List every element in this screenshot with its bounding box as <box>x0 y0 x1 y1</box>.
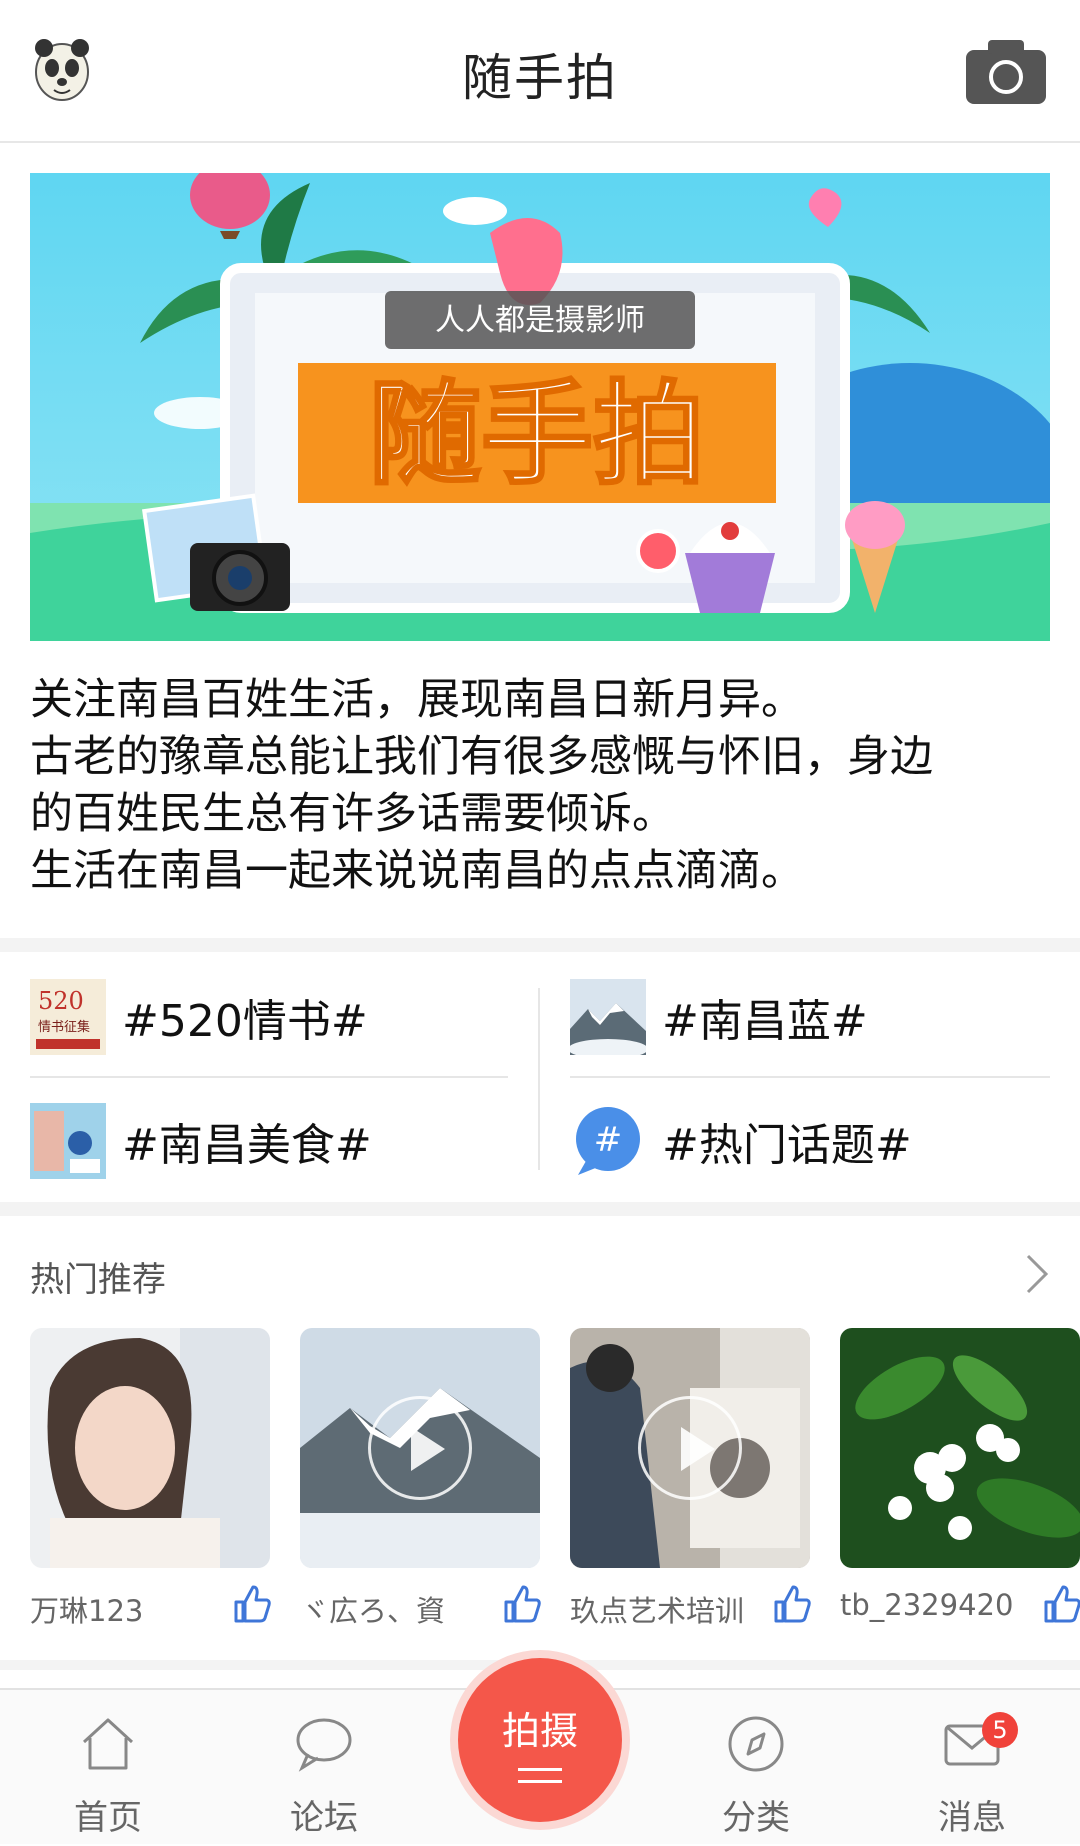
card-photo <box>570 1328 810 1568</box>
shoot-label: 拍摄 <box>501 1709 578 1753</box>
banner-tagline: 人人都是摄影师 <box>435 303 645 338</box>
card-author: 万琳123 <box>30 1594 144 1628</box>
card-photo <box>300 1328 540 1568</box>
topic-nanchang-food[interactable]: #南昌美食# <box>30 1080 372 1202</box>
divider <box>538 988 540 1170</box>
play-icon[interactable] <box>368 1396 472 1500</box>
card-photo <box>840 1328 1080 1568</box>
topic-label: #南昌美食# <box>122 1120 372 1171</box>
topic-label: #南昌蓝# <box>662 996 868 1047</box>
nav-label: 首页 <box>74 1798 142 1838</box>
hot-card[interactable]: 玖点艺术培训 <box>570 1328 811 1628</box>
topic-grid: 520 情书征集 #520情书# #南昌蓝# #南昌美食# # #热门话题# <box>0 952 1080 1202</box>
divider <box>570 1076 1050 1078</box>
thumbs-up-icon[interactable] <box>232 1584 272 1624</box>
home-icon <box>78 1714 138 1774</box>
play-icon[interactable] <box>638 1396 742 1500</box>
app-header: 随手拍 <box>0 0 1080 143</box>
hot-card[interactable]: ヾ広ろ、資 <box>300 1328 541 1628</box>
intro-text: 关注南昌百姓生活，展现南昌日新月异。 古老的豫章总能让我们有很多感慨与怀旧，身边… <box>30 672 1050 900</box>
intro-line: 关注南昌百姓生活，展现南昌日新月异。 <box>30 675 804 725</box>
page-title: 随手拍 <box>462 49 618 107</box>
banner-title: 随手拍 <box>369 370 705 500</box>
topic-label: #520情书# <box>122 996 368 1047</box>
card-author: tb_2329420 <box>840 1588 1014 1622</box>
hot-card[interactable]: tb_2329420 <box>840 1328 1080 1623</box>
chevron-right-icon[interactable] <box>1022 1252 1052 1296</box>
topic-thumb-520: 520 情书征集 <box>30 979 106 1055</box>
unread-badge: 5 <box>982 1712 1018 1748</box>
intro-line: 生活在南昌一起来说说南昌的点点滴滴。 <box>30 846 804 896</box>
camera-icon[interactable] <box>964 38 1048 106</box>
svg-text:520: 520 <box>38 987 84 1015</box>
thumbs-up-icon[interactable] <box>502 1584 542 1624</box>
section-divider <box>0 1202 1080 1216</box>
nav-forum[interactable]: 论坛 <box>244 1690 404 1846</box>
topic-nanchang-blue[interactable]: #南昌蓝# <box>570 956 868 1078</box>
intro-line: 的百姓民生总有许多话需要倾诉。 <box>30 789 675 839</box>
nav-label: 消息 <box>938 1798 1006 1838</box>
nav-home[interactable]: 首页 <box>28 1690 188 1846</box>
hashtag-bubble-icon: # <box>570 1103 646 1179</box>
hot-card[interactable]: 万琳123 <box>30 1328 271 1628</box>
intro-line: 古老的豫章总能让我们有很多感慨与怀旧，身边 <box>30 732 933 782</box>
topic-hot[interactable]: # #热门话题# <box>570 1080 912 1202</box>
nav-category[interactable]: 分类 <box>676 1690 836 1846</box>
card-author: ヾ広ろ、資 <box>300 1594 446 1628</box>
shoot-button[interactable]: 拍摄 <box>458 1658 622 1822</box>
banner[interactable]: 人人都是摄影师 随手拍 <box>30 173 1050 641</box>
hot-section-title: 热门推荐 <box>30 1260 166 1300</box>
menu-lines-icon <box>518 1766 562 1786</box>
svg-text:情书征集: 情书征集 <box>38 1019 90 1035</box>
topic-520[interactable]: 520 情书征集 #520情书# <box>30 956 368 1078</box>
divider <box>30 1076 508 1078</box>
section-divider <box>0 938 1080 952</box>
topic-thumb-food <box>30 1103 106 1179</box>
topic-label: #热门话题# <box>662 1120 912 1171</box>
card-photo <box>30 1328 270 1568</box>
chat-bubble-icon <box>294 1714 354 1774</box>
compass-icon <box>726 1714 786 1774</box>
nav-label: 分类 <box>722 1798 790 1838</box>
nav-messages[interactable]: 消息 <box>892 1690 1052 1846</box>
svg-text:#: # <box>594 1120 623 1160</box>
card-author: 玖点艺术培训 <box>570 1594 745 1628</box>
nav-label: 论坛 <box>290 1798 358 1838</box>
thumbs-up-icon[interactable] <box>772 1584 812 1624</box>
thumbs-up-icon[interactable] <box>1042 1584 1080 1624</box>
topic-thumb-mountain <box>570 979 646 1055</box>
